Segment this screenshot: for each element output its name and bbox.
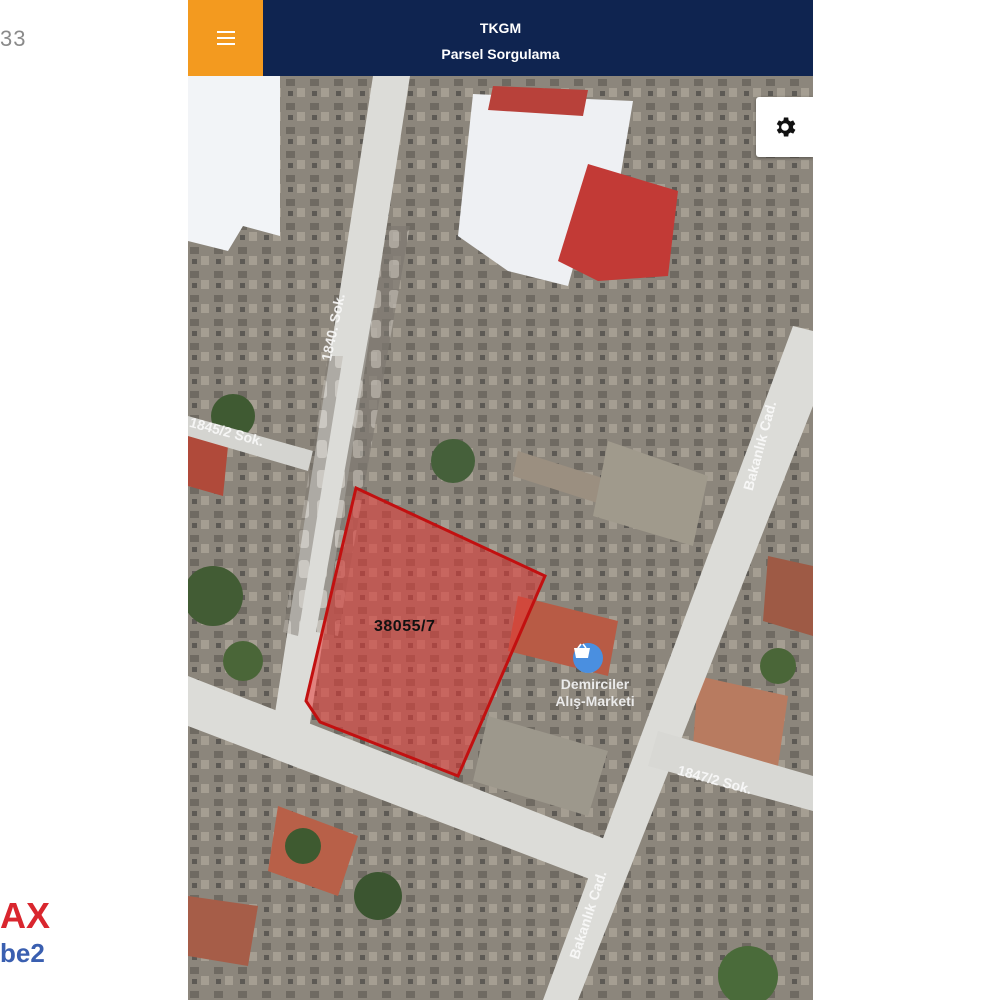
poi-label-line1: Demirciler [560, 676, 630, 692]
watermark-logo-line1: AX [0, 895, 51, 936]
left-margin: 33 AX be2 [0, 0, 188, 1000]
gear-icon [776, 117, 795, 137]
satellite-map[interactable]: 1840. Sok. 1845/2 Sok. Bakanlık Cad. 184… [188, 76, 813, 1000]
parcel-number-label[interactable]: 38055/7 [374, 618, 435, 636]
map-imagery [188, 76, 813, 1000]
phone-screen: TKGM Parsel Sorgulama 1840. Sok. 1845/2 … [188, 0, 813, 1000]
menu-button[interactable] [188, 0, 263, 76]
app-title: TKGM [479, 20, 522, 36]
shopping-basket-icon[interactable] [573, 643, 603, 673]
poi-label[interactable]: Demirciler Alış-Marketi [540, 676, 650, 710]
app-subtitle: Parsel Sorgulama [441, 46, 560, 62]
right-margin [813, 0, 1000, 1000]
app-header: TKGM Parsel Sorgulama [188, 0, 813, 76]
settings-button[interactable] [756, 97, 813, 157]
poi-label-line2: Alış-Marketi [555, 693, 635, 709]
watermark-logo-line2: be2 [0, 938, 45, 968]
cropped-number-text: 33 [0, 26, 27, 51]
